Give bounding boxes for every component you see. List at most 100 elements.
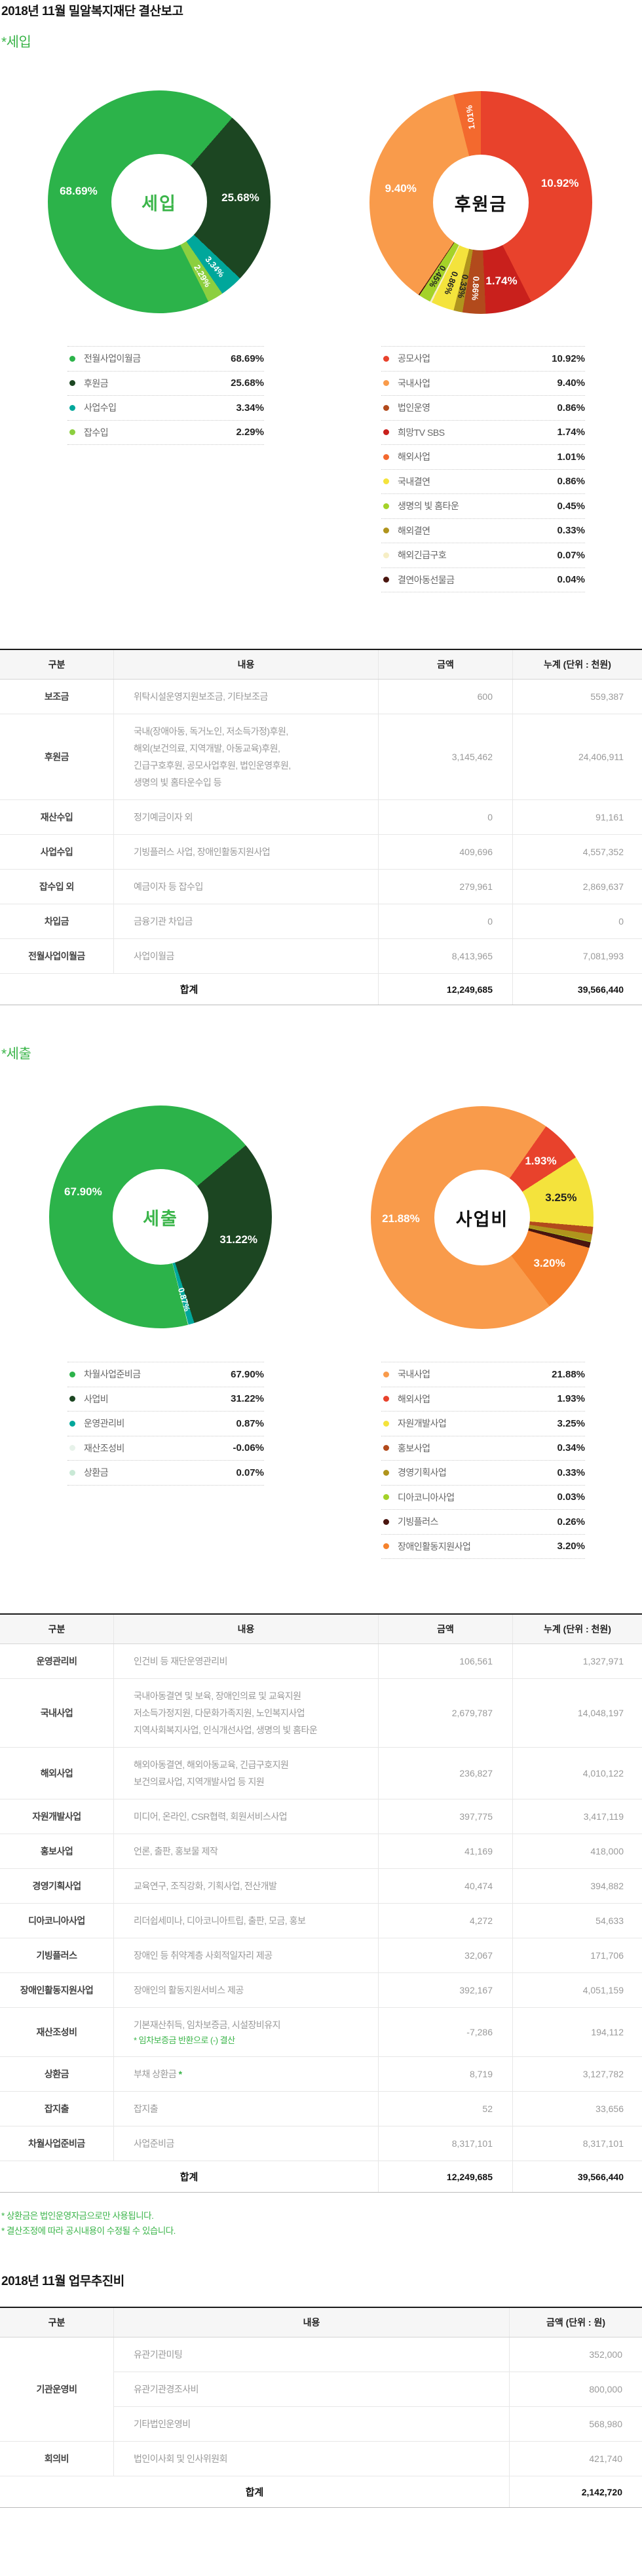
legend-dot-icon <box>383 1421 389 1427</box>
category-cell: 재산수입 <box>0 800 114 835</box>
column-header: 구분 <box>0 2307 114 2337</box>
content-cell: 해외아동결연, 해외아동교육, 긴급구호지원보건의료사업, 지역개발사업 등 지… <box>114 1748 379 1799</box>
legend-item: 해외긴급구호0.07% <box>381 543 585 568</box>
column-header: 내용 <box>114 1614 379 1644</box>
legend-label: 결연아동선물금 <box>398 573 557 586</box>
table-row: 재산수입정기예금이자 외091,161 <box>0 800 642 835</box>
table-row: 경영기획사업교육연구, 조직강화, 기획사업, 전산개발40,474394,88… <box>0 1869 642 1904</box>
amount-cell: 279,961 <box>379 870 513 904</box>
table-row: 사업수입기빙플러스 사업, 장애인활동지원사업409,6964,557,352 <box>0 835 642 870</box>
legend-label: 희망TV SBS <box>398 426 557 439</box>
slice-label: 0.87% <box>176 1286 193 1313</box>
slice-label: 1.74% <box>485 275 517 288</box>
legend-value: -0.06% <box>233 1442 264 1453</box>
category-cell: 재산조성비 <box>0 2008 114 2057</box>
table-row: 홍보사업언론, 출판, 홍보물 제작41,169418,000 <box>0 1834 642 1869</box>
legend-label: 디아코니아사업 <box>398 1491 557 1504</box>
table-row: 디아코니아사업리더쉽세미나, 디아코니아트립, 출판, 모금, 홍보4,2725… <box>0 1904 642 1938</box>
legend-value: 0.33% <box>557 1467 585 1478</box>
cumulative-cell: 4,010,122 <box>513 1748 642 1799</box>
total-label: 합계 <box>0 974 379 1005</box>
cumulative-cell: 3,127,782 <box>513 2057 642 2092</box>
cumulative-cell: 194,112 <box>513 2008 642 2057</box>
content-cell: 유관기관미팅 <box>114 2337 510 2372</box>
total-amount: 12,249,685 <box>379 2161 513 2193</box>
legend-value: 0.86% <box>557 402 585 413</box>
content-cell: 사업준비금 <box>114 2126 379 2161</box>
category-cell: 장애인활동지원사업 <box>0 1973 114 2008</box>
legend-value: 10.92% <box>552 353 585 364</box>
content-cell: 사업이월금 <box>114 939 379 974</box>
category-cell: 사업수입 <box>0 835 114 870</box>
legend-dot-icon <box>69 429 75 435</box>
program-cost-legend: 국내사업21.88%해외사업1.93%자원개발사업3.25%홍보사업0.34%경… <box>381 1362 585 1559</box>
table-row: 회의비법인이사회 및 인사위원회421,740 <box>0 2442 642 2476</box>
total-label: 합계 <box>0 2476 510 2508</box>
donut-hole: 사업비 <box>434 1170 530 1265</box>
cumulative-cell: 91,161 <box>513 800 642 835</box>
revenue-section-label: *세입 <box>1 31 31 51</box>
legend-item: 생명의 빛 홈타운0.45% <box>381 494 585 519</box>
slice-label: 10.92% <box>541 177 579 190</box>
content-cell: 금융기관 차입금 <box>114 904 379 939</box>
donut-center-label: 후원금 <box>455 190 508 216</box>
amount-cell: 41,169 <box>379 1834 513 1869</box>
legend-dot-icon <box>69 1470 75 1476</box>
cumulative-cell: 8,317,101 <box>513 2126 642 2161</box>
donut-hole: 세출 <box>113 1169 208 1265</box>
slice-label: 1.01% <box>464 105 476 130</box>
cumulative-cell: 54,633 <box>513 1904 642 1938</box>
slice-label: 68.69% <box>60 185 98 198</box>
header-row: 구분내용금액누계 (단위 : 천원) <box>0 1614 642 1644</box>
legend-dot-icon <box>383 577 389 583</box>
cumulative-cell: 33,656 <box>513 2092 642 2126</box>
legend-item: 차월사업준비금67.90% <box>67 1362 264 1387</box>
table-row: 장애인활동지원사업장애인의 활동지원서비스 제공392,1674,051,159 <box>0 1973 642 2008</box>
donut-hole: 세입 <box>111 154 207 250</box>
legend-value: 67.90% <box>231 1369 264 1380</box>
table-row: 보조금위탁시설운영지원보조금, 기타보조금600559,387 <box>0 680 642 714</box>
legend-item: 해외사업1.93% <box>381 1387 585 1412</box>
legend-value: 0.87% <box>236 1418 264 1429</box>
legend-dot-icon <box>383 1396 389 1402</box>
amount-cell: 421,740 <box>510 2442 642 2476</box>
page-title: 2018년 11월 밀알복지재단 결산보고 <box>1 1 183 19</box>
category-cell: 해외사업 <box>0 1748 114 1799</box>
category-cell: 디아코니아사업 <box>0 1904 114 1938</box>
settlement-report-page: 2018년 11월 밀알복지재단 결산보고 *세입 25.68%3.34%2.2… <box>0 0 642 2576</box>
amount-cell: 4,272 <box>379 1904 513 1938</box>
table-row: 차월사업준비금사업준비금8,317,1018,317,101 <box>0 2126 642 2161</box>
legend-label: 공모사업 <box>398 352 552 365</box>
legend-item: 재산조성비-0.06% <box>67 1436 264 1461</box>
legend-dot-icon <box>69 1372 75 1377</box>
cumulative-cell: 3,417,119 <box>513 1799 642 1834</box>
donation-legend: 공모사업10.92%국내사업9.40%법인운영0.86%희망TV SBS1.74… <box>381 346 585 592</box>
total-amount: 2,142,720 <box>510 2476 642 2508</box>
category-cell: 보조금 <box>0 680 114 714</box>
cumulative-cell: 7,081,993 <box>513 939 642 974</box>
legend-item: 국내사업21.88% <box>381 1362 585 1387</box>
table-row: 잡지출잡지출5233,656 <box>0 2092 642 2126</box>
expense-legend: 차월사업준비금67.90%사업비31.22%운영관리비0.87%재산조성비-0.… <box>67 1362 264 1486</box>
legend-value: 1.93% <box>557 1393 585 1404</box>
legend-dot-icon <box>69 405 75 411</box>
table-row: 잡수입 외예금이자 등 잡수입279,9612,869,637 <box>0 870 642 904</box>
legend-dot-icon <box>69 380 75 386</box>
legend-value: 1.74% <box>557 427 585 438</box>
promo-expense-title: 2018년 11월 업무추진비 <box>1 2271 124 2289</box>
legend-value: 0.07% <box>236 1467 264 1478</box>
legend-item: 잡수입2.29% <box>67 421 264 446</box>
legend-dot-icon <box>383 552 389 558</box>
total-row: 합계12,249,68539,566,440 <box>0 2161 642 2193</box>
amount-cell: 568,980 <box>510 2407 642 2442</box>
column-header: 누계 (단위 : 천원) <box>513 1614 642 1644</box>
cumulative-cell: 1,327,971 <box>513 1644 642 1679</box>
content-cell: 예금이자 등 잡수입 <box>114 870 379 904</box>
legend-item: 법인운영0.86% <box>381 396 585 421</box>
legend-dot-icon <box>383 1445 389 1451</box>
legend-item: 자원개발사업3.25% <box>381 1412 585 1436</box>
legend-label: 재산조성비 <box>84 1442 233 1455</box>
legend-dot-icon <box>383 528 389 533</box>
legend-value: 0.86% <box>557 476 585 487</box>
expense-donut-chart: 31.22%0.87%67.90% 세출 <box>49 1105 272 1328</box>
